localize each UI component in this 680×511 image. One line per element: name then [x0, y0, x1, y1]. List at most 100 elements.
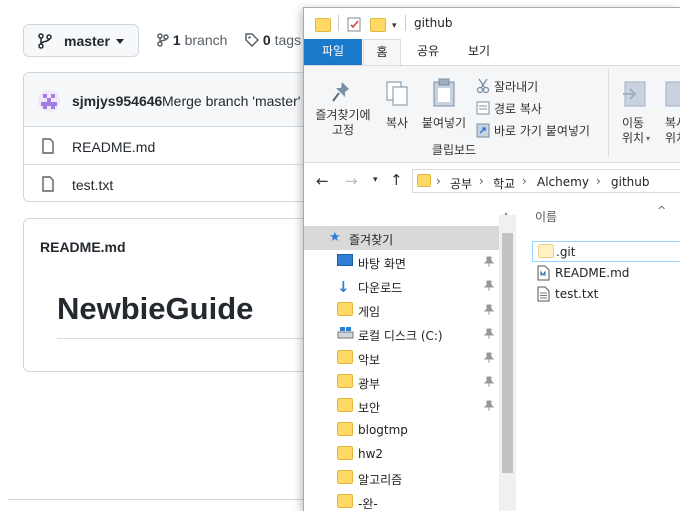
file-item-readme[interactable]: README.md: [532, 263, 680, 284]
paste-label: 붙여넣기: [421, 116, 467, 130]
breadcrumb-separator-icon[interactable]: ›: [479, 174, 484, 188]
pin-label-line1: 즐겨찾기에: [315, 108, 371, 122]
branch-icon: [157, 33, 169, 47]
copy-to-label-line1: 복사: [664, 116, 680, 130]
cut-label: 잘라내기: [494, 80, 539, 94]
copy-icon: [385, 80, 409, 110]
column-header-name[interactable]: 이름: [535, 208, 557, 225]
ribbon-home: 즐겨찾기에 고정 복사 붙여넣기 잘라내기 경로 복사 바로 가기 붙여넣기 클…: [304, 65, 680, 163]
nav-label: 악보: [358, 353, 381, 367]
forward-arrow-icon[interactable]: →: [345, 172, 358, 190]
tab-file[interactable]: 파일: [304, 39, 362, 65]
cut-button[interactable]: 잘라내기: [474, 77, 594, 95]
tag-icon: [245, 33, 260, 48]
nav-item-downloads[interactable]: ↓ 다운로드: [304, 274, 499, 298]
title-bar: ▾ github: [304, 8, 680, 39]
nav-item-games[interactable]: 게임: [304, 298, 499, 322]
new-folder-icon[interactable]: [370, 17, 386, 36]
copy-path-button[interactable]: 경로 복사: [474, 99, 594, 117]
clipboard-group-label: 클립보드: [431, 143, 477, 157]
pin-icon: [483, 304, 495, 319]
breadcrumb-separator-icon[interactable]: ›: [522, 174, 527, 188]
back-arrow-icon[interactable]: ←: [316, 172, 329, 190]
breadcrumb-separator-icon[interactable]: ›: [596, 174, 601, 188]
pin-icon: [483, 256, 495, 271]
file-item-git[interactable]: .git: [532, 241, 680, 262]
pin-icon: [331, 80, 353, 108]
folder-icon: [417, 174, 431, 190]
recent-locations-chevron-icon[interactable]: ▾: [373, 175, 378, 185]
branch-count: 1: [172, 32, 181, 48]
quick-access-toolbar-dropdown-icon[interactable]: ▾: [392, 21, 397, 31]
paste-shortcut-button[interactable]: 바로 가기 붙여넣기: [474, 121, 604, 139]
folder-icon: [337, 302, 353, 319]
tab-share[interactable]: 공유: [407, 39, 449, 65]
paste-shortcut-label: 바로 가기 붙여넣기: [494, 124, 590, 138]
address-field[interactable]: › 공부 › 학교 › Alchemy › github: [412, 169, 680, 193]
file-name: test.txt: [555, 287, 599, 301]
sort-chevron-up-icon: ^: [657, 204, 667, 217]
folder-icon: [337, 374, 353, 391]
nav-item-done[interactable]: -완-: [304, 490, 499, 511]
file-list: README.md test.txt: [23, 126, 323, 202]
branch-select-button[interactable]: master: [23, 24, 139, 57]
copy-to-button[interactable]: 복사 위치: [656, 76, 680, 146]
group-divider: [608, 69, 609, 157]
breadcrumb-separator-icon[interactable]: ›: [436, 174, 441, 188]
nav-label: 다운로드: [358, 281, 403, 295]
commit-author[interactable]: sjmjys954646: [72, 93, 162, 109]
folder-icon: [538, 244, 554, 261]
nav-item-hw2[interactable]: hw2: [304, 442, 499, 466]
nav-item-sheet-music[interactable]: 악보: [304, 346, 499, 370]
properties-icon[interactable]: [347, 16, 362, 36]
folder-icon: [337, 470, 353, 487]
tags-link[interactable]: 0 tags: [245, 32, 301, 48]
copy-button[interactable]: 복사: [379, 76, 415, 146]
chevron-down-icon: ▾: [646, 134, 651, 143]
breadcrumb-item[interactable]: Alchemy: [537, 175, 589, 189]
file-row[interactable]: README.md: [24, 127, 322, 165]
breadcrumb-item[interactable]: github: [611, 175, 649, 189]
file-explorer-window: ▾ github 파일 홈 공유 보기 즐겨찾기에 고정 복사 붙여넣기 잘라내…: [303, 7, 680, 511]
clipboard-icon: [432, 78, 456, 112]
file-name: .git: [556, 245, 576, 259]
window-title: github: [414, 16, 453, 30]
folder-icon: [337, 446, 353, 463]
avatar[interactable]: [38, 90, 60, 117]
copy-to-label-line2: 위치: [664, 131, 680, 145]
nav-item-local-disk[interactable]: 로컬 디스크 (C:): [304, 322, 499, 346]
breadcrumb-item[interactable]: 공부: [450, 175, 472, 192]
pin-icon: [483, 400, 495, 415]
copy-label: 복사: [385, 116, 409, 130]
up-arrow-icon[interactable]: ↑: [390, 171, 403, 189]
paste-button[interactable]: 붙여넣기: [417, 76, 471, 146]
nav-item-blogtmp[interactable]: blogtmp: [304, 418, 499, 442]
nav-item-study[interactable]: 광부: [304, 370, 499, 394]
folder-icon: [337, 350, 353, 367]
tab-view[interactable]: 보기: [458, 39, 500, 65]
drive-icon: [337, 326, 354, 343]
branches-link[interactable]: 1 branch: [157, 32, 227, 48]
nav-label: blogtmp: [358, 423, 408, 437]
commit-message[interactable]: Merge branch 'master': [162, 93, 300, 109]
nav-label: 바탕 화면: [358, 257, 406, 271]
nav-item-security[interactable]: 보안: [304, 394, 499, 418]
file-row[interactable]: test.txt: [24, 165, 322, 203]
folder-icon: [315, 17, 331, 36]
file-name[interactable]: test.txt: [72, 177, 113, 193]
nav-label: 보안: [358, 401, 381, 415]
move-to-button[interactable]: 이동 위치 ▾: [613, 76, 653, 146]
nav-item-quick-access[interactable]: ★ 즐겨찾기: [304, 226, 499, 250]
download-arrow-icon: ↓: [337, 278, 350, 296]
folder-icon: [337, 494, 353, 511]
tab-home[interactable]: 홈: [363, 39, 401, 65]
breadcrumb-item[interactable]: 학교: [493, 175, 515, 192]
nav-item-desktop[interactable]: 바탕 화면: [304, 250, 499, 274]
file-name[interactable]: README.md: [72, 139, 155, 155]
move-to-label-line1: 이동: [621, 116, 645, 130]
nav-item-algorithms[interactable]: 알고리즘: [304, 466, 499, 490]
pin-to-quick-access-button[interactable]: 즐겨찾기에 고정: [310, 76, 376, 146]
nav-scrollbar-thumb[interactable]: [502, 233, 513, 473]
branch-icon: [38, 33, 52, 52]
file-item-test[interactable]: test.txt: [532, 284, 680, 305]
